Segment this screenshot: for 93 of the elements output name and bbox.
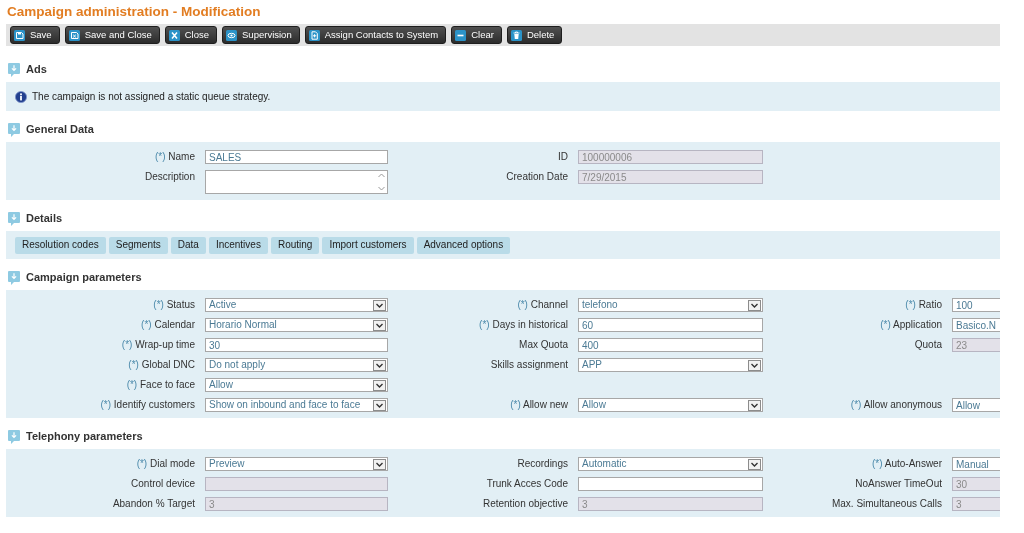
- details-button[interactable]: Incentives: [208, 236, 268, 254]
- dropdown[interactable]: Show on inbound and face to face: [205, 398, 388, 412]
- field-label: Creation Date: [506, 170, 568, 184]
- dropdown[interactable]: Automatic: [578, 457, 763, 471]
- toolbar-button[interactable]: Save: [10, 26, 60, 44]
- field-label: (*) Allow anonymous: [850, 398, 942, 412]
- field-label: (*) Face to face: [126, 378, 195, 392]
- input-field[interactable]: 60: [578, 318, 763, 332]
- document-plus-icon: [308, 29, 320, 41]
- speech-bubble-icon: [8, 429, 20, 444]
- chevron-down-icon: [748, 359, 761, 371]
- chevron-down-icon: [748, 399, 761, 411]
- field-label: (*) Global DNC: [128, 358, 195, 372]
- details-button[interactable]: Import customers: [322, 236, 414, 254]
- toolbar-button[interactable]: Save and Close: [64, 26, 160, 44]
- chevron-down-icon: [373, 319, 386, 331]
- input-field[interactable]: Allow: [952, 398, 1000, 412]
- dropdown[interactable]: Preview: [205, 457, 388, 471]
- field-label: Trunk Acces Code: [486, 477, 568, 491]
- speech-bubble-icon: [8, 62, 20, 77]
- chevron-down-icon: [748, 299, 761, 311]
- dropdown[interactable]: Active: [205, 298, 388, 312]
- field-label: Quota: [914, 338, 942, 352]
- field-label: Description: [144, 170, 195, 184]
- chevron-down-icon: [748, 458, 761, 470]
- section-title: Ads: [26, 62, 47, 78]
- text-area[interactable]: [205, 170, 388, 194]
- section-title: Details: [26, 211, 63, 227]
- field-label: Max. Simultaneous Calls: [831, 497, 942, 511]
- field-label: (*) Ratio: [905, 298, 942, 312]
- toolbar-button[interactable]: Assign Contacts to System: [304, 26, 447, 44]
- field-label: (*) Status: [153, 298, 195, 312]
- minus-icon: [455, 29, 467, 41]
- chevron-down-icon: [373, 299, 386, 311]
- field-label: Control device: [131, 477, 195, 491]
- field-label: (*) Identify customers: [100, 398, 195, 412]
- toolbar-button[interactable]: Close: [164, 26, 218, 44]
- field-label: Skills assignment: [490, 358, 568, 372]
- scroll-arrows-icon: [377, 172, 386, 192]
- input-field[interactable]: [578, 477, 763, 491]
- dropdown[interactable]: Do not apply: [205, 358, 388, 372]
- page-title: Campaign administration - Modification: [6, 3, 261, 21]
- field-label: Recordings: [517, 457, 568, 471]
- speech-bubble-icon: [8, 211, 20, 226]
- chevron-down-icon: [373, 458, 386, 470]
- toolbar-button[interactable]: Delete: [506, 26, 563, 44]
- field-label: (*) Days in historical: [479, 318, 568, 332]
- field-label: ID: [558, 150, 568, 164]
- input-field[interactable]: Basico.N: [952, 318, 1000, 332]
- field-label: (*) Application: [880, 318, 942, 332]
- speech-bubble-icon: [8, 270, 20, 285]
- input-field[interactable]: 100: [952, 298, 1000, 312]
- field-label: (*) Allow new: [510, 398, 568, 412]
- details-button[interactable]: Routing: [270, 236, 320, 254]
- field-label: (*) Dial mode: [136, 457, 195, 471]
- field-label: (*) Calendar: [141, 318, 195, 332]
- input-field[interactable]: 400: [578, 338, 763, 352]
- dropdown[interactable]: Allow: [578, 398, 763, 412]
- section-title: Campaign parameters: [26, 270, 142, 286]
- floppy-disk-icon: [14, 29, 25, 41]
- floppy-cross-icon: [68, 29, 80, 41]
- trash-icon: [510, 29, 522, 41]
- info-icon: [15, 90, 27, 103]
- field-label: Retention objective: [482, 497, 568, 511]
- details-button[interactable]: Segments: [108, 236, 168, 254]
- speech-bubble-icon: [8, 122, 20, 137]
- field-label: (*) Auto-Answer: [871, 457, 942, 471]
- dropdown[interactable]: telefono: [578, 298, 763, 312]
- toolbar-button[interactable]: Supervision: [222, 26, 300, 44]
- eye-icon: [226, 29, 238, 41]
- chevron-down-icon: [373, 379, 386, 391]
- field-label: Abandon % Target: [112, 497, 195, 511]
- chevron-down-icon: [373, 359, 386, 371]
- section-title: Telephony parameters: [26, 429, 143, 445]
- field-label: Max Quota: [519, 338, 568, 352]
- input-field[interactable]: SALES: [205, 150, 388, 164]
- details-button[interactable]: Resolution codes: [15, 236, 106, 254]
- input-field[interactable]: 30: [205, 338, 388, 352]
- field-label: (*) Wrap-up time: [121, 338, 195, 352]
- info-message: The campaign is not assigned a static queue strategy.: [32, 90, 271, 104]
- dropdown[interactable]: APP: [578, 358, 763, 372]
- dropdown[interactable]: Allow: [205, 378, 388, 392]
- input-field[interactable]: Manual: [952, 457, 1000, 471]
- field-label: (*) Name: [154, 150, 195, 164]
- dropdown[interactable]: Horario Normal: [205, 318, 388, 332]
- field-label: NoAnswer TimeOut: [855, 477, 942, 491]
- toolbar-button[interactable]: Clear: [451, 26, 502, 44]
- details-button[interactable]: Advanced options: [416, 236, 511, 254]
- chevron-down-icon: [373, 399, 386, 411]
- close-icon: [168, 29, 180, 41]
- details-button[interactable]: Data: [170, 236, 206, 254]
- field-label: (*) Channel: [517, 298, 568, 312]
- section-title: General Data: [26, 122, 94, 138]
